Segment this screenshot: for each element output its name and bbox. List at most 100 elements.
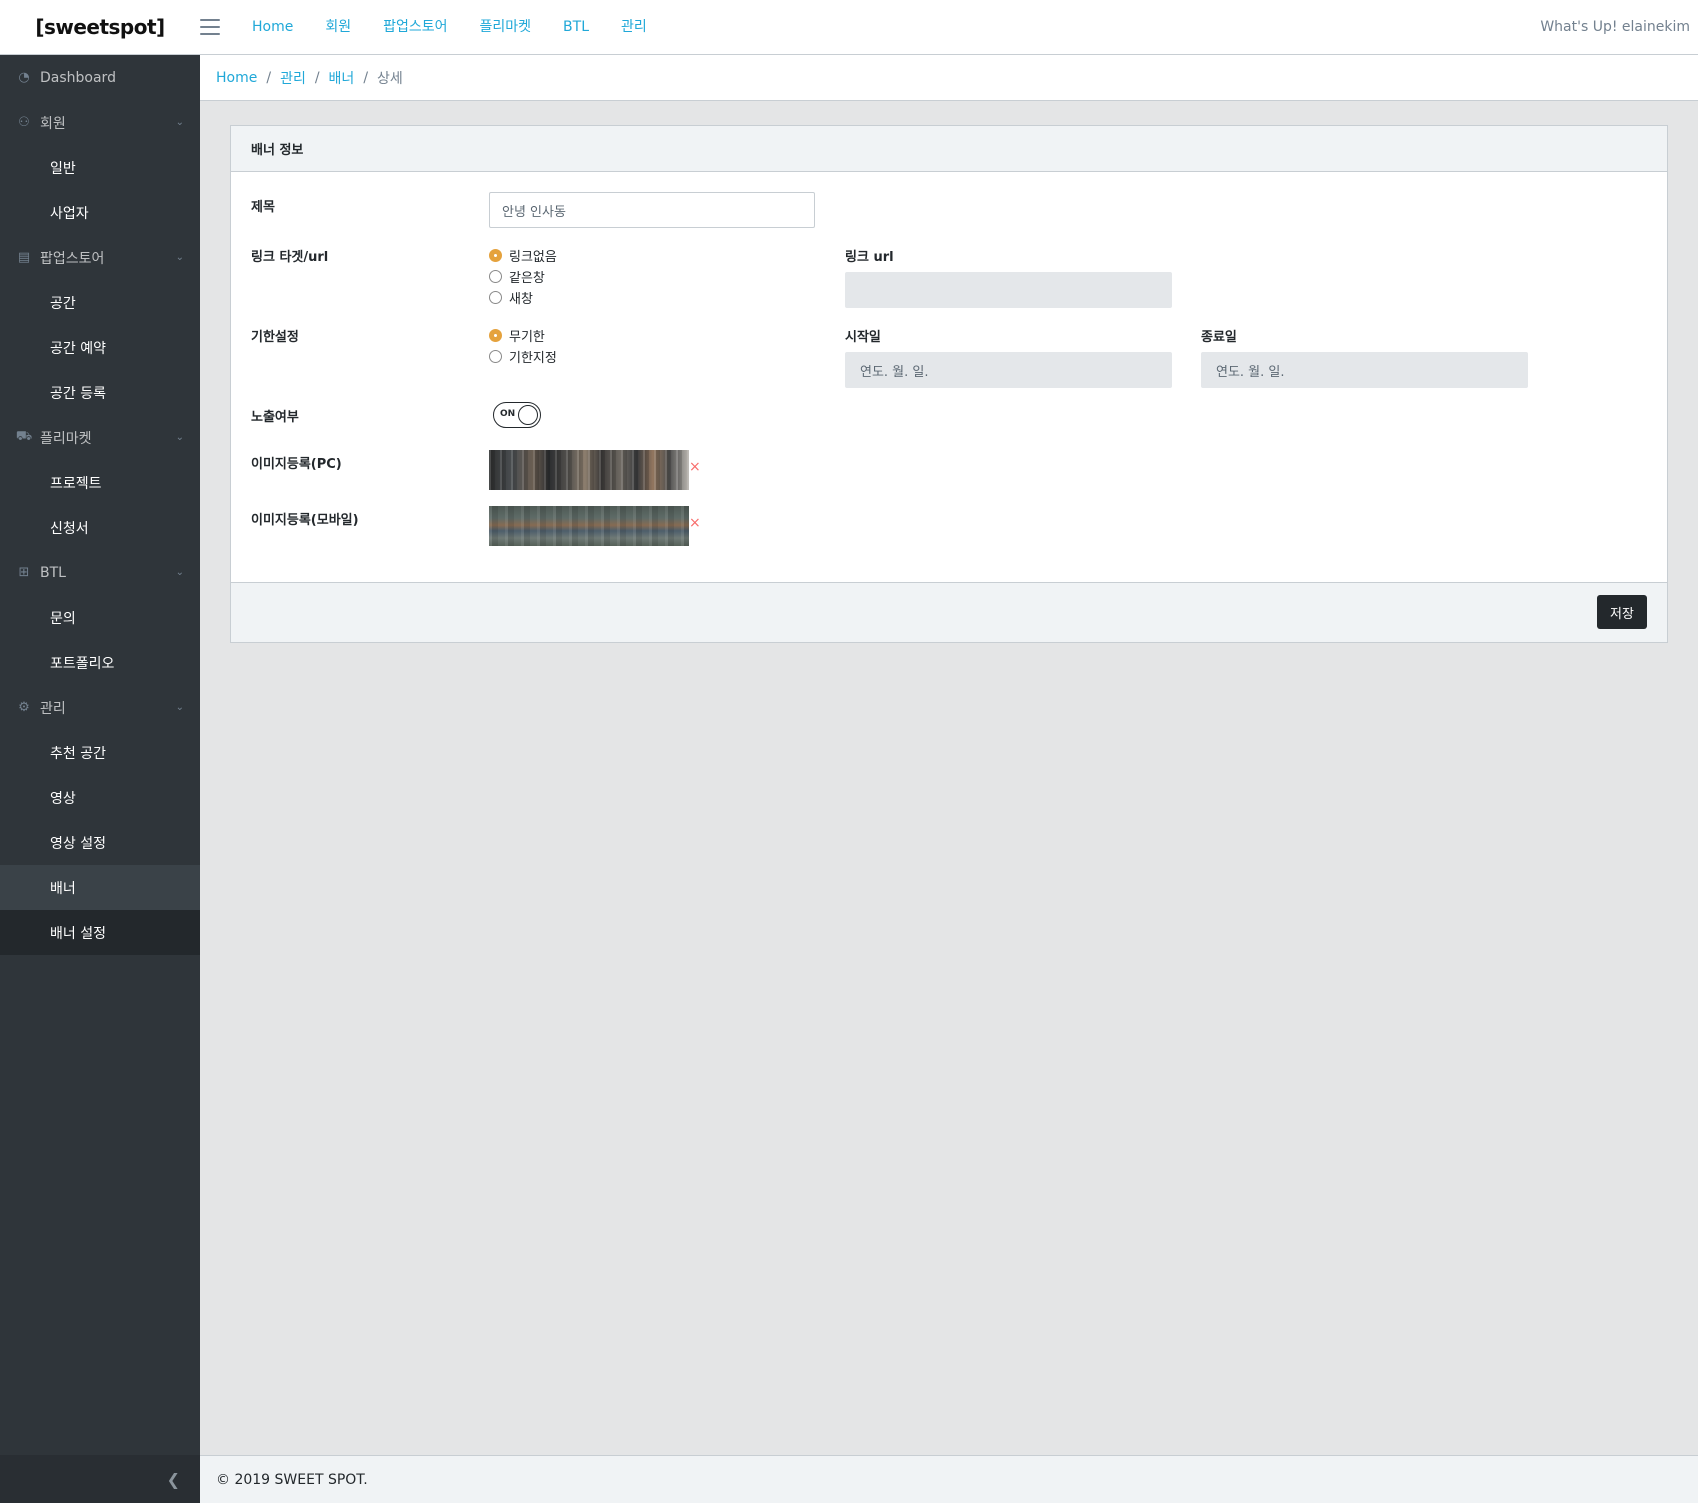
copyright-text: © 2019 SWEET SPOT. [216,1471,368,1488]
delete-image-mobile-icon[interactable]: × [689,515,701,531]
link-target-label: 링크 타겟/url [251,250,329,265]
sidebar-item-video-settings[interactable]: 영상 설정 [0,820,200,865]
radio-unselected-icon [489,350,502,363]
sidebar-item-label: 영상 [50,790,76,807]
sidebar-item-label: 영상 설정 [50,835,106,852]
menu-toggle-icon[interactable] [200,19,220,35]
radio-link-none[interactable]: 링크없음 [489,246,557,265]
save-button[interactable]: 저장 [1597,595,1647,629]
app-header: [sweetspot] Home 회원 팝업스토어 플리마켓 BTL 관리 Wh… [0,0,1698,55]
card-title: 배너 정보 [231,126,1667,172]
sidebar-item-application[interactable]: 신청서 [0,505,200,550]
sidebar-item-label: 팝업스토어 [40,250,105,267]
chevron-down-icon: ⌄ [175,567,184,578]
sidebar-item-admin[interactable]: ⚙ 관리 ⌄ [0,685,200,730]
end-date-label: 종료일 [1201,330,1237,345]
grid-icon: ⊞ [18,565,30,580]
sidebar-item-label: 공간 [50,295,76,312]
sidebar-item-label: 관리 [40,700,66,717]
topnav-admin[interactable]: 관리 [605,0,663,55]
toggle-state-text: ON [500,409,516,419]
image-pc-label: 이미지등록(PC) [251,457,342,472]
sidebar-item-inquiry[interactable]: 문의 [0,595,200,640]
link-url-input[interactable] [845,272,1172,308]
topnav-fleamarket[interactable]: 플리마켓 [464,0,548,55]
title-input[interactable]: 안녕 인사동 [489,192,815,228]
breadcrumb-home[interactable]: Home [216,70,257,86]
sidebar-item-space[interactable]: 공간 [0,280,200,325]
sidebar-item-video[interactable]: 영상 [0,775,200,820]
chevron-down-icon: ⌄ [175,702,184,713]
chevron-left-icon: ❮ [166,1469,180,1489]
sidebar-item-project[interactable]: 프로젝트 [0,460,200,505]
radio-link-same-window[interactable]: 같은창 [489,267,545,286]
sidebar-item-label: Dashboard [40,69,116,86]
sidebar-item-portfolio[interactable]: 포트폴리오 [0,640,200,685]
sidebar-item-members[interactable]: ⚇ 회원 ⌄ [0,100,200,145]
radio-label: 무기한 [509,330,545,345]
chevron-down-icon: ⌄ [175,432,184,443]
building-icon: ▤ [17,250,31,265]
user-greeting[interactable]: What's Up! elainekim [1540,0,1690,55]
radio-unselected-icon [489,291,502,304]
sidebar-item-dashboard[interactable]: ◔ Dashboard [0,55,200,100]
breadcrumb-admin[interactable]: 관리 [280,68,306,88]
sidebar-item-label: 배너 설정 [50,925,106,942]
gear-icon: ⚙ [18,700,30,715]
sidebar-item-label: 플리마켓 [40,430,92,447]
sidebar-item-label: 회원 [40,115,66,132]
delete-image-pc-icon[interactable]: × [689,459,701,475]
chevron-down-icon: ⌄ [175,117,184,128]
start-date-label: 시작일 [845,330,881,345]
image-mobile-label: 이미지등록(모바일) [251,513,359,528]
sidebar-item-popupstore[interactable]: ▤ 팝업스토어 ⌄ [0,235,200,280]
cart-icon: ⛟ [15,429,33,444]
image-pc-thumbnail [489,450,689,490]
period-label: 기한설정 [251,330,299,345]
banner-info-card: 배너 정보 제목 안녕 인사동 링크 타겟/url 링크없음 같은창 새창 링크… [230,125,1668,643]
sidebar-item-fleamarket[interactable]: ⛟ 플리마켓 ⌄ [0,415,200,460]
user-icon: ⚇ [18,115,30,130]
sidebar: ◔ Dashboard ⚇ 회원 ⌄ 일반 사업자 ▤ 팝업스토어 ⌄ 공간 공… [0,55,200,1503]
breadcrumb-current: 상세 [377,70,403,87]
radio-period-fixed[interactable]: 기한지정 [489,347,557,366]
sidebar-item-recommended-space[interactable]: 추천 공간 [0,730,200,775]
sidebar-item-banner[interactable]: 배너 [0,865,200,910]
sidebar-item-label: 배너 [50,880,76,897]
brand-logo[interactable]: [sweetspot] [0,0,200,55]
brand-logo-text: [sweetspot] [35,15,165,39]
breadcrumb-banner[interactable]: 배너 [329,68,355,88]
start-date-input[interactable]: 연도. 월. 일. [845,352,1172,388]
breadcrumb-separator: / [266,69,272,86]
topnav-members[interactable]: 회원 [309,0,367,55]
radio-label: 새창 [509,292,533,307]
end-date-input[interactable]: 연도. 월. 일. [1201,352,1528,388]
topnav-btl[interactable]: BTL [547,0,605,55]
radio-unselected-icon [489,270,502,283]
sidebar-item-space-reservation[interactable]: 공간 예약 [0,325,200,370]
radio-link-new-window[interactable]: 새창 [489,288,533,307]
topnav-home[interactable]: Home [236,0,309,55]
radio-label: 링크없음 [509,250,557,265]
topnav-popupstore[interactable]: 팝업스토어 [367,0,463,55]
sidebar-item-banner-settings[interactable]: 배너 설정 [0,910,200,955]
sidebar-item-label: BTL [40,564,66,581]
radio-selected-icon [489,329,502,342]
sidebar-item-label: 신청서 [50,520,89,537]
speedometer-icon: ◔ [18,70,30,85]
sidebar-item-space-register[interactable]: 공간 등록 [0,370,200,415]
radio-period-unlimited[interactable]: 무기한 [489,326,545,345]
radio-label: 기한지정 [509,351,557,366]
sidebar-item-label: 사업자 [50,205,89,222]
sidebar-item-business[interactable]: 사업자 [0,190,200,235]
sidebar-minimize-button[interactable]: ❮ [0,1455,200,1503]
sidebar-item-label: 추천 공간 [50,745,106,762]
sidebar-item-btl[interactable]: ⊞ BTL ⌄ [0,550,200,595]
link-url-label: 링크 url [845,250,894,265]
sidebar-item-label: 일반 [50,160,76,177]
app-footer: © 2019 SWEET SPOT. [200,1455,1698,1503]
sidebar-item-label: 공간 등록 [50,385,106,402]
breadcrumb: Home / 관리 / 배너 / 상세 [200,55,1698,101]
sidebar-item-general[interactable]: 일반 [0,145,200,190]
visibility-toggle[interactable]: ON [493,402,541,428]
